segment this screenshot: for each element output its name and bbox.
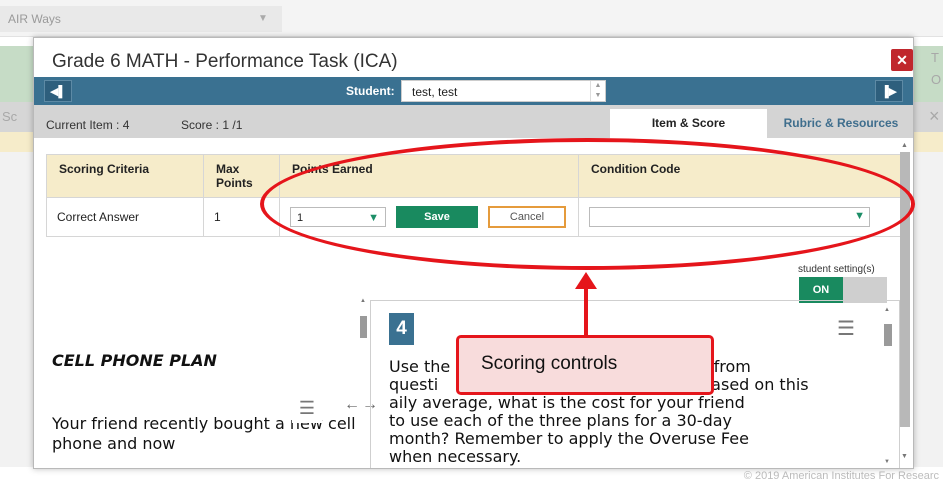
scroll-thumb[interactable] bbox=[884, 324, 892, 346]
scroll-up-icon[interactable]: ▲ bbox=[901, 142, 908, 149]
passage-title: CELL PHONE PLAN bbox=[52, 351, 217, 370]
app-close-icon[interactable]: × bbox=[929, 106, 940, 127]
tab-rubric-resources[interactable]: Rubric & Resources bbox=[769, 109, 913, 138]
score-text: Score : 1 /1 bbox=[181, 118, 243, 132]
prev-student-icon[interactable]: ◀▌ bbox=[44, 80, 72, 102]
copyright-footer: © 2019 American Institutes For Researc bbox=[743, 470, 939, 482]
tab-dropdown-icon[interactable]: ▼ bbox=[258, 6, 268, 32]
app-edge-text-right-bottom: O bbox=[931, 72, 942, 87]
question-scrollbar[interactable]: ▲ ▼ bbox=[884, 301, 892, 468]
tab-item-score[interactable]: Item & Score bbox=[610, 109, 767, 138]
scroll-up-icon[interactable]: ▲ bbox=[884, 307, 890, 313]
student-setting-label: student setting(s) bbox=[798, 264, 875, 275]
header-scoring-criteria: Scoring Criteria bbox=[46, 154, 204, 198]
annotation-arrow-shaft bbox=[584, 285, 588, 337]
scroll-thumb[interactable] bbox=[360, 316, 367, 338]
annotation-arrow-head bbox=[575, 272, 597, 289]
app-tab[interactable]: AIR Ways ▼ bbox=[0, 6, 282, 32]
question-number: 4 bbox=[389, 313, 414, 345]
item-info-bar: Current Item : 4 Score : 1 /1 Item & Sco… bbox=[34, 105, 913, 138]
student-select[interactable]: test, test ▲ ▼ bbox=[401, 80, 606, 102]
scroll-down-icon[interactable]: ▼ bbox=[884, 459, 890, 465]
scoring-controls-callout: Scoring controls bbox=[456, 335, 714, 395]
modal-title: Grade 6 MATH - Performance Task (ICA) bbox=[52, 51, 398, 72]
scroll-up-icon[interactable]: ▲ bbox=[360, 298, 366, 304]
student-nav-bar: ◀▌ Student: test, test ▲ ▼ ▐▶ bbox=[34, 77, 913, 105]
passage-scrollbar[interactable]: ▲ bbox=[360, 298, 367, 468]
scroll-down-icon[interactable]: ▼ bbox=[901, 453, 908, 460]
next-student-icon[interactable]: ▐▶ bbox=[875, 80, 903, 102]
criteria-cell: Correct Answer bbox=[46, 197, 204, 237]
passage-pane: CELL PHONE PLAN Your friend recently bou… bbox=[34, 288, 370, 468]
student-label: Student: bbox=[346, 84, 395, 98]
question-menu-icon[interactable]: ☰ bbox=[837, 316, 855, 341]
spinner-icon[interactable]: ▲ ▼ bbox=[590, 81, 605, 101]
highlight-ellipse bbox=[260, 138, 915, 270]
app-edge-text-left: Sc bbox=[2, 109, 18, 124]
current-item-text: Current Item : 4 bbox=[46, 118, 130, 132]
app-edge-text-right-top: T bbox=[931, 50, 939, 65]
passage-menu-icon[interactable]: ☰ bbox=[292, 393, 322, 423]
close-icon[interactable]: ✕ bbox=[891, 49, 913, 71]
